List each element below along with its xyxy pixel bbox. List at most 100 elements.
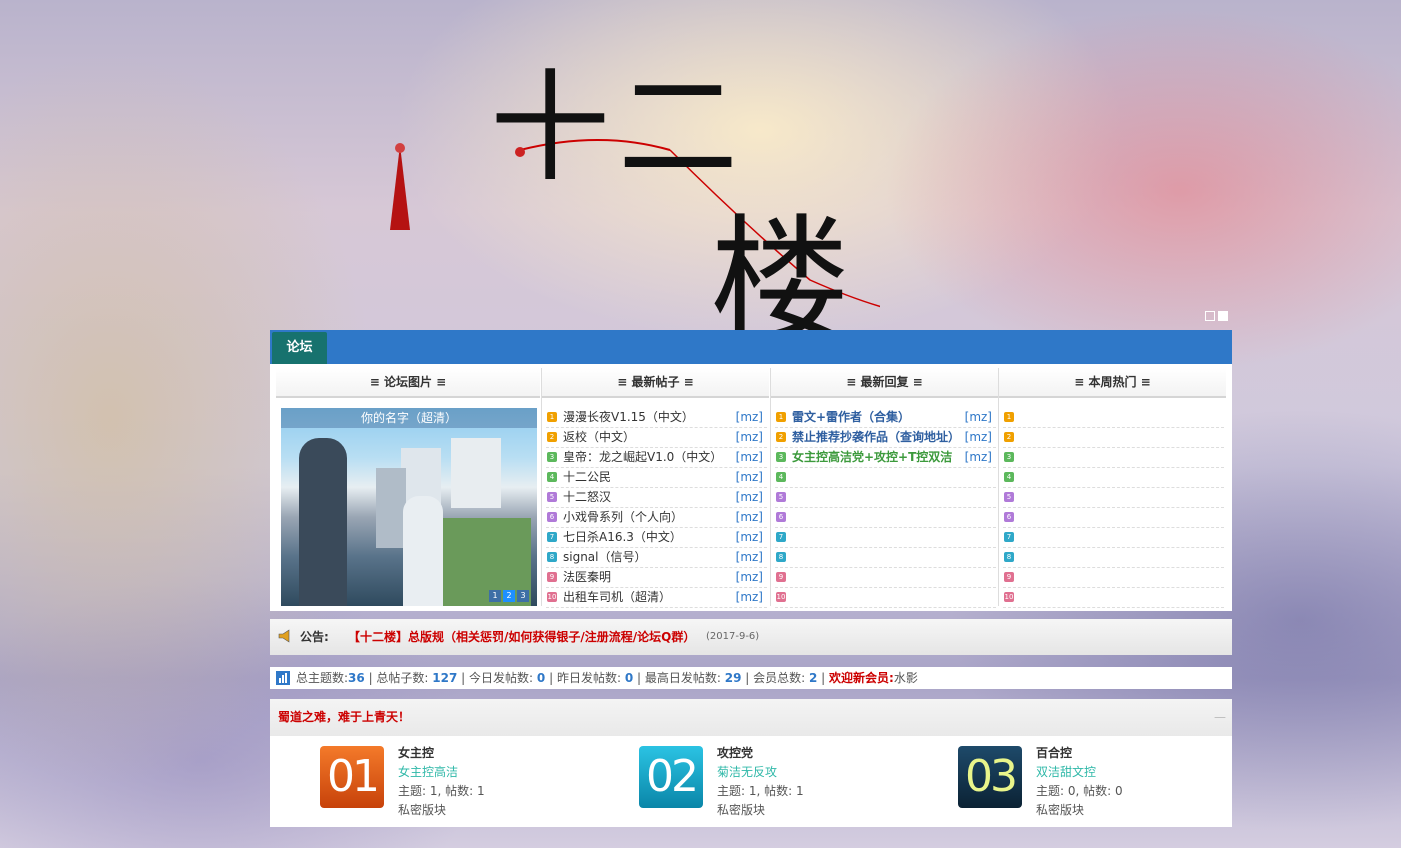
logo-text-1: 十二 [490, 59, 746, 198]
thread-title-link[interactable]: 七日杀A16.3（中文） [563, 530, 682, 544]
rank-number-icon: 9 [1004, 571, 1014, 582]
thread-title-link[interactable]: 漫漫长夜V1.15（中文） [563, 410, 694, 424]
forum-name[interactable]: 女主控 [398, 744, 485, 763]
rank-number-icon: 1 [1004, 411, 1014, 422]
rank-number-icon: 8 [547, 551, 557, 562]
forum-wrapper: 论坛 ≡ 论坛图片 ≡ 你的名字（超清） 1 2 3 ≡ 最新帖子 ≡ 1 漫漫长… [270, 330, 1232, 827]
collapse-icon[interactable]: — [1214, 699, 1226, 736]
forum-badge-icon[interactable]: 02 [639, 746, 703, 808]
new_posts-row[interactable]: 3 皇帝：龙之崛起V1.0（中文） [mz] [546, 448, 767, 468]
thread-title-link[interactable]: 法医秦明 [563, 570, 611, 584]
new_posts-row[interactable]: 4 十二公民 [mz] [546, 468, 767, 488]
thread-title-link[interactable]: signal（信号） [563, 550, 647, 564]
author-tag-link[interactable]: [mz] [736, 528, 763, 547]
rank-number-icon: 6 [776, 511, 786, 522]
new_replies-row[interactable]: 2 禁止推荐抄袭作品（查询地址） [mz] [775, 428, 996, 448]
announcement-link[interactable]: 【十二楼】总版规（相关惩罚/如何获得银子/注册流程/论坛Q群） [348, 619, 695, 655]
thread-title-link[interactable]: 女主控高洁党+攻控+T控双洁 [792, 450, 952, 464]
hot-row[interactable]: 6 [1003, 508, 1224, 528]
tab-forum[interactable]: 论坛 [272, 332, 327, 364]
new_posts-row[interactable]: 9 法医秦明 [mz] [546, 568, 767, 588]
slider-dot-2[interactable] [1218, 311, 1228, 321]
new_replies-row[interactable]: 3 女主控高洁党+攻控+T控双洁 [mz] [775, 448, 996, 468]
newest-member-link[interactable]: 水影 [894, 671, 918, 685]
forum-picture[interactable]: 你的名字（超清） 1 2 3 [281, 408, 537, 606]
hot-row[interactable]: 4 [1003, 468, 1224, 488]
forum-subforum[interactable]: 菊洁无反攻 [717, 763, 804, 782]
stat-welcome-label: 欢迎新会员: [829, 671, 894, 685]
new_posts-row[interactable]: 1 漫漫长夜V1.15（中文） [mz] [546, 408, 767, 428]
forum-subforum[interactable]: 女主控高洁 [398, 763, 485, 782]
new_posts-row[interactable]: 2 返校（中文） [mz] [546, 428, 767, 448]
rank-number-icon: 8 [1004, 551, 1014, 562]
rank-number-icon: 6 [1004, 511, 1014, 522]
picture-page-2[interactable]: 2 [503, 590, 515, 602]
author-tag-link[interactable]: [mz] [965, 448, 992, 467]
picture-pager[interactable]: 1 2 3 [489, 590, 529, 602]
hot-row[interactable]: 2 [1003, 428, 1224, 448]
author-tag-link[interactable]: [mz] [736, 488, 763, 507]
forum-name[interactable]: 百合控 [1036, 744, 1123, 763]
new_replies-row[interactable]: 7 [775, 528, 996, 548]
slider-dot-1[interactable] [1205, 311, 1215, 321]
hot-row[interactable]: 9 [1003, 568, 1224, 588]
author-tag-link[interactable]: [mz] [965, 428, 992, 447]
author-tag-link[interactable]: [mz] [736, 428, 763, 447]
thread-title-link[interactable]: 返校（中文） [563, 430, 635, 444]
author-tag-link[interactable]: [mz] [736, 508, 763, 527]
thread-title-link[interactable]: 皇帝：龙之崛起V1.0（中文） [563, 450, 722, 464]
rank-number-icon: 2 [1004, 431, 1014, 442]
forum-subforum[interactable]: 双洁甜文控 [1036, 763, 1123, 782]
new_replies-row[interactable]: 4 [775, 468, 996, 488]
forum-badge-icon[interactable]: 03 [958, 746, 1022, 808]
stats-chart-icon [276, 671, 290, 685]
rank-number-icon: 5 [547, 491, 557, 502]
hot-row[interactable]: 1 [1003, 408, 1224, 428]
stat-posts-value: 127 [432, 671, 458, 685]
hot-row[interactable]: 5 [1003, 488, 1224, 508]
author-tag-link[interactable]: [mz] [736, 548, 763, 567]
group-title[interactable]: 蜀道之难，难于上青天！ [278, 710, 410, 724]
thread-title-link[interactable]: 十二公民 [563, 470, 611, 484]
author-tag-link[interactable]: [mz] [736, 448, 763, 467]
forum-info: 女主控 女主控高洁 主题: 1, 帖数: 1 私密版块 [398, 744, 485, 820]
new_posts-row[interactable]: 10 出租车司机（超清） [mz] [546, 588, 767, 608]
new_replies-row[interactable]: 9 [775, 568, 996, 588]
col-head-pictures: ≡ 论坛图片 ≡ [276, 368, 540, 398]
new_replies-row[interactable]: 8 [775, 548, 996, 568]
picture-page-3[interactable]: 3 [517, 590, 529, 602]
hot-row[interactable]: 10 [1003, 588, 1224, 608]
new_replies-row[interactable]: 6 [775, 508, 996, 528]
hot-row[interactable]: 8 [1003, 548, 1224, 568]
hot-row[interactable]: 3 [1003, 448, 1224, 468]
new_replies-row[interactable]: 10 [775, 588, 996, 608]
new_posts-row[interactable]: 5 十二怒汉 [mz] [546, 488, 767, 508]
author-tag-link[interactable]: [mz] [736, 588, 763, 607]
rank-number-icon: 6 [547, 511, 557, 522]
rank-number-icon: 1 [547, 411, 557, 422]
rank-number-icon: 2 [547, 431, 557, 442]
thread-title-link[interactable]: 十二怒汉 [563, 490, 611, 504]
forum-name[interactable]: 攻控党 [717, 744, 804, 763]
thread-title-link[interactable]: 小戏骨系列（个人向） [563, 510, 683, 524]
new-replies-list: 1 雷文+雷作者（合集） [mz] 2 禁止推荐抄袭作品（查询地址） [mz] 3 女主控高洁… [775, 408, 996, 608]
thread-title-link[interactable]: 雷文+雷作者（合集） [792, 410, 910, 424]
new_posts-row[interactable]: 8 signal（信号） [mz] [546, 548, 767, 568]
forum-badge-icon[interactable]: 01 [320, 746, 384, 808]
hot-row[interactable]: 7 [1003, 528, 1224, 548]
picture-page-1[interactable]: 1 [489, 590, 501, 602]
new_replies-row[interactable]: 1 雷文+雷作者（合集） [mz] [775, 408, 996, 428]
author-tag-link[interactable]: [mz] [736, 568, 763, 587]
stat-topics-label: 总主题数: [296, 671, 349, 685]
author-tag-link[interactable]: [mz] [736, 468, 763, 487]
author-tag-link[interactable]: [mz] [965, 408, 992, 427]
col-head-hot: ≡ 本周热门 ≡ [999, 368, 1226, 398]
banner-slider-dots[interactable] [1205, 311, 1228, 321]
new_replies-row[interactable]: 5 [775, 488, 996, 508]
forum-info: 百合控 双洁甜文控 主题: 0, 帖数: 0 私密版块 [1036, 744, 1123, 820]
thread-title-link[interactable]: 出租车司机（超清） [563, 590, 671, 604]
thread-title-link[interactable]: 禁止推荐抄袭作品（查询地址） [792, 430, 960, 444]
new_posts-row[interactable]: 7 七日杀A16.3（中文） [mz] [546, 528, 767, 548]
new_posts-row[interactable]: 6 小戏骨系列（个人向） [mz] [546, 508, 767, 528]
author-tag-link[interactable]: [mz] [736, 408, 763, 427]
